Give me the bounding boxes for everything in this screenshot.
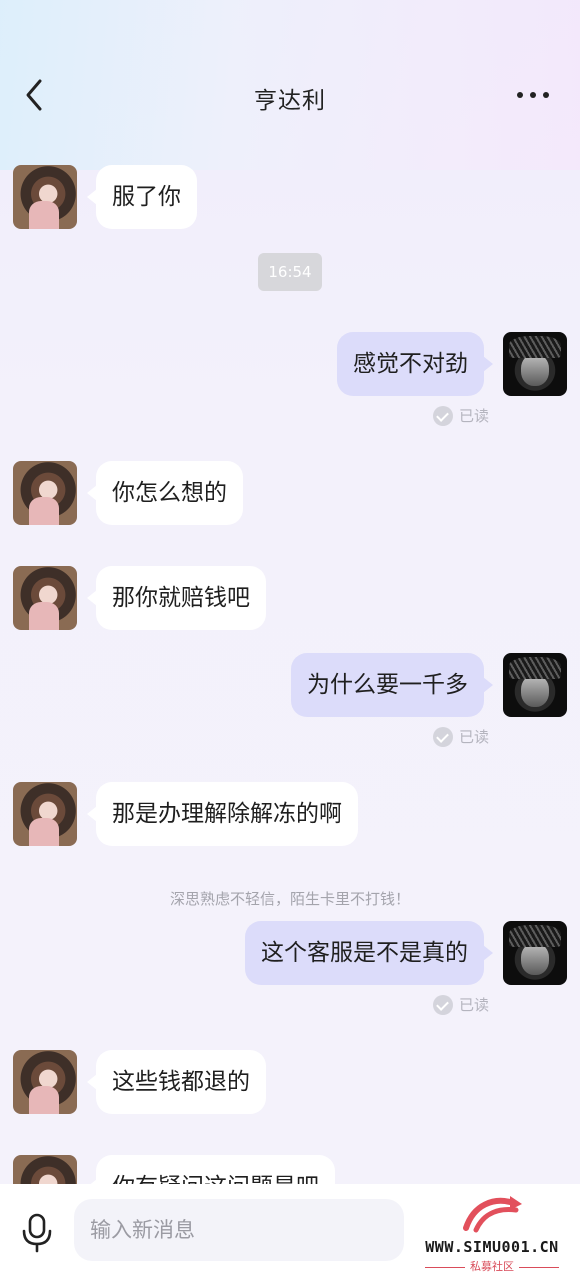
message-input[interactable] (74, 1199, 404, 1261)
read-status: 已读 (458, 728, 489, 746)
watermark-logo-icon (463, 1196, 522, 1233)
safety-notice: 深思熟虑不轻信，陌生卡里不打钱！ (169, 890, 410, 908)
contact-avatar[interactable] (13, 461, 77, 525)
watermark-url: WWW.SIMU001.CN (425, 1238, 559, 1256)
contact-avatar[interactable] (13, 165, 77, 229)
read-receipt: 已读 (432, 726, 489, 748)
watermark: WWW.SIMU001.CN 私募社区 (404, 1194, 580, 1276)
contact-avatar[interactable] (13, 566, 77, 630)
read-check-icon (432, 405, 453, 426)
read-check-icon (432, 726, 453, 747)
message-bubble[interactable]: 服了你 (87, 165, 197, 229)
more-icon (517, 92, 549, 98)
message-bubble[interactable]: 这个客服是不是真的 (245, 921, 493, 985)
message-bubble[interactable]: 这些钱都退的 (87, 1050, 266, 1114)
message-bubble[interactable]: 那你就赔钱吧 (87, 566, 266, 630)
contact-avatar[interactable] (13, 1050, 77, 1114)
watermark-subtitle: 私募社区 (404, 1258, 580, 1274)
message-bubble[interactable]: 那是办理解除解冻的啊 (87, 782, 358, 846)
chat-header: 亨达利 (0, 55, 580, 135)
contact-avatar[interactable] (13, 782, 77, 846)
message-bubble[interactable]: 感觉不对劲 (337, 332, 493, 396)
voice-button[interactable] (20, 1213, 54, 1253)
mic-icon (22, 1213, 52, 1253)
read-check-icon (432, 994, 453, 1015)
user-avatar[interactable] (503, 332, 567, 396)
message-bubble[interactable]: 你怎么想的 (87, 461, 243, 525)
read-receipt: 已读 (432, 405, 489, 427)
message-bubble[interactable]: 为什么要一千多 (291, 653, 493, 717)
chat-title: 亨达利 (254, 88, 326, 114)
user-avatar[interactable] (503, 921, 567, 985)
read-receipt: 已读 (432, 994, 489, 1016)
message-timestamp: 16:54 (258, 253, 322, 291)
more-button[interactable] (512, 75, 552, 115)
user-avatar[interactable] (503, 653, 567, 717)
read-status: 已读 (458, 407, 489, 425)
read-status: 已读 (458, 996, 489, 1014)
